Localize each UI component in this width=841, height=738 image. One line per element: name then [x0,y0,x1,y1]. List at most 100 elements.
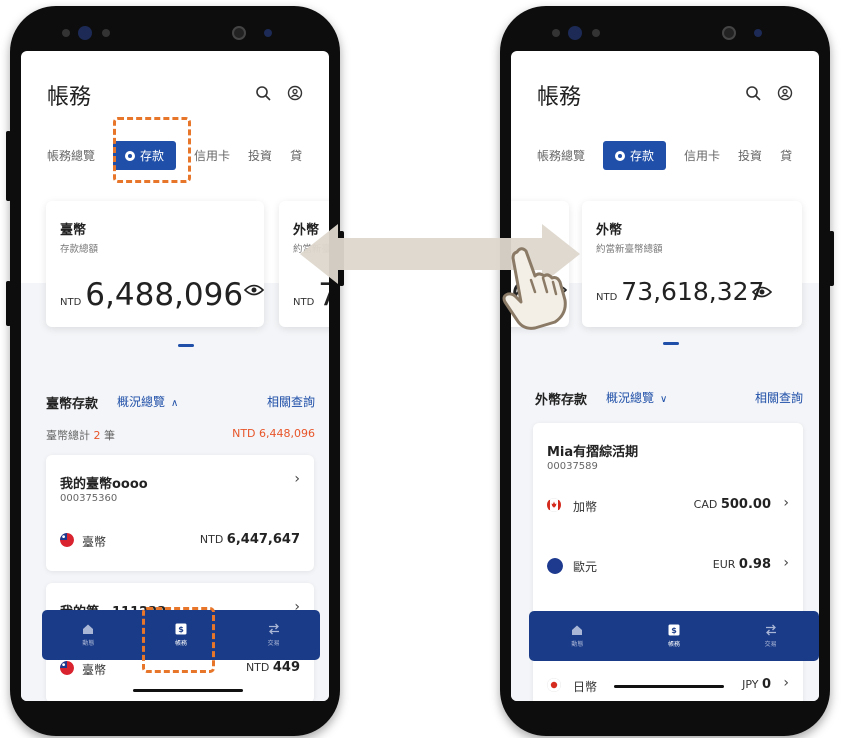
nav-label: 動態 [571,641,584,648]
nav-label: 動態 [82,640,95,647]
taiwan-flag-icon [60,533,74,547]
total-amount: NTD 6,448,096 [232,427,315,440]
total-text: 臺幣總計 [46,429,90,442]
camera-bar [500,24,830,46]
tab-loan[interactable]: 貸 [290,147,302,164]
tab-overview[interactable]: 帳務總覽 [537,147,585,164]
search-icon[interactable] [745,85,761,101]
balance-value: 0.98 [738,557,771,572]
chevron-up-icon: ∧ [171,398,179,409]
related-query-link[interactable]: 相關查詢 [267,393,315,410]
account-number: 000375360 [60,493,118,504]
home-indicator [614,685,724,688]
account-balance: NTD 449 [246,660,300,675]
tab-investment[interactable]: 投資 [248,147,272,164]
account-card[interactable]: 我的臺幣oooo 000375360 › 臺幣 NTD 6,447,647 [46,455,314,571]
overview-label: 概況總覽 [606,391,655,405]
tab-bar: 帳務總覽 存款 信用卡 投資 貸 [537,141,810,170]
nav-item-dynamics[interactable]: 動態 [58,623,118,647]
balance-currency: EUR [712,558,736,571]
account-name: 我的臺幣oooo [60,477,148,492]
overview-toggle[interactable]: 概況總覽 ∨ [606,389,667,406]
highlight-deposit-tab [113,117,191,183]
card-amount: 6,488,096 [85,277,244,313]
nav-label: 帳務 [667,641,680,648]
balance-value: 0 [761,677,771,692]
balance-currency: JPY [742,678,759,691]
chevron-right-icon: › [294,471,300,487]
canada-flag-icon [547,498,561,512]
related-query-link[interactable]: 相關查詢 [755,389,803,406]
phone-frame-right: 帳務 帳務總覽 存款 信用卡 投資 貸 6 外幣 約當新臺幣總額 NTD73,6… [500,6,834,736]
eye-icon[interactable] [244,283,264,297]
currency-label: 加幣 [573,500,598,514]
total-label: 臺幣總計 2 筆 [46,427,115,443]
currency-label: 日幣 [573,680,598,694]
screen-right: 帳務 帳務總覽 存款 信用卡 投資 貸 6 外幣 約當新臺幣總額 NTD73,6… [511,51,819,701]
japan-flag-icon [547,678,561,692]
bottom-nav: 動態 $ 帳務 交易 [529,611,819,661]
account-number: 00037589 [547,461,598,472]
home-indicator [133,689,243,692]
chevron-right-icon[interactable]: › [783,555,789,571]
nav-item-dynamics[interactable]: 動態 [547,624,607,648]
currency-balance: CAD 500.00 [694,497,771,512]
account-name: Mia有摺綜活期 [547,445,639,460]
transfer-icon [268,623,279,635]
card-currency: NTD [60,297,82,308]
tab-deposit[interactable]: 存款 [603,141,667,170]
card-currency: NTD [596,292,618,303]
total-unit: 筆 [104,429,115,442]
hand-pointer-icon [502,247,567,330]
currency-balance: EUR 0.98 [713,557,771,572]
twd-summary-card[interactable]: 臺幣 存款總額 NTD 6,488,096 [46,201,264,327]
tab-loan[interactable]: 貸 [780,147,792,164]
carousel-indicator [178,344,194,347]
camera-bar [10,24,340,46]
side-button [829,231,834,286]
nav-label: 交易 [267,640,280,647]
balance-value: 500.00 [720,497,771,512]
profile-icon[interactable] [287,85,303,101]
account-balance: NTD 6,447,647 [200,532,300,547]
swipe-arrow [300,214,590,338]
coin-icon [615,150,626,161]
balance-value: 449 [272,660,300,675]
nav-label: 交易 [764,641,777,648]
currency-balance: JPY 0 [742,677,771,692]
transfer-icon [765,624,776,636]
section-title: 外幣存款 [535,393,588,408]
currency-label: 歐元 [573,560,598,574]
side-button [6,131,11,201]
chevron-right-icon[interactable]: › [783,495,789,511]
section-title: 臺幣存款 [46,397,99,412]
chevron-right-icon[interactable]: › [783,675,789,691]
nav-item-accounts[interactable]: $ 帳務 [644,624,704,648]
tab-investment[interactable]: 投資 [738,147,762,164]
currency-label: 臺幣 [82,535,107,549]
tab-deposit-label: 存款 [630,149,655,163]
foreign-summary-card[interactable]: 外幣 約當新臺幣總額 NTD 73,618,327 [582,201,802,327]
home-icon [572,625,583,635]
total-count: 2 [93,429,101,442]
tab-overview[interactable]: 帳務總覽 [47,147,95,164]
tab-credit-card[interactable]: 信用卡 [194,147,230,164]
taiwan-flag-icon [60,661,74,675]
card-subtitle: 存款總額 [60,244,99,255]
balance-currency: NTD [245,661,270,674]
profile-icon[interactable] [777,85,793,101]
tab-credit-card[interactable]: 信用卡 [684,147,720,164]
search-icon[interactable] [255,85,271,101]
page-title: 帳務 [537,85,582,110]
eu-flag-icon [547,558,563,574]
card-subtitle: 約當新臺幣總額 [596,244,663,255]
chevron-down-icon: ∨ [660,394,668,405]
balance-currency: NTD [199,533,224,546]
nav-item-transactions[interactable]: 交易 [741,624,801,648]
card-title: 臺幣 [60,223,87,238]
nav-item-transactions[interactable]: 交易 [244,623,304,647]
overview-toggle[interactable]: 概況總覽 ∧ [117,393,178,410]
highlight-accounts-nav [142,607,215,673]
side-button [6,281,11,326]
eye-icon[interactable] [752,285,772,299]
